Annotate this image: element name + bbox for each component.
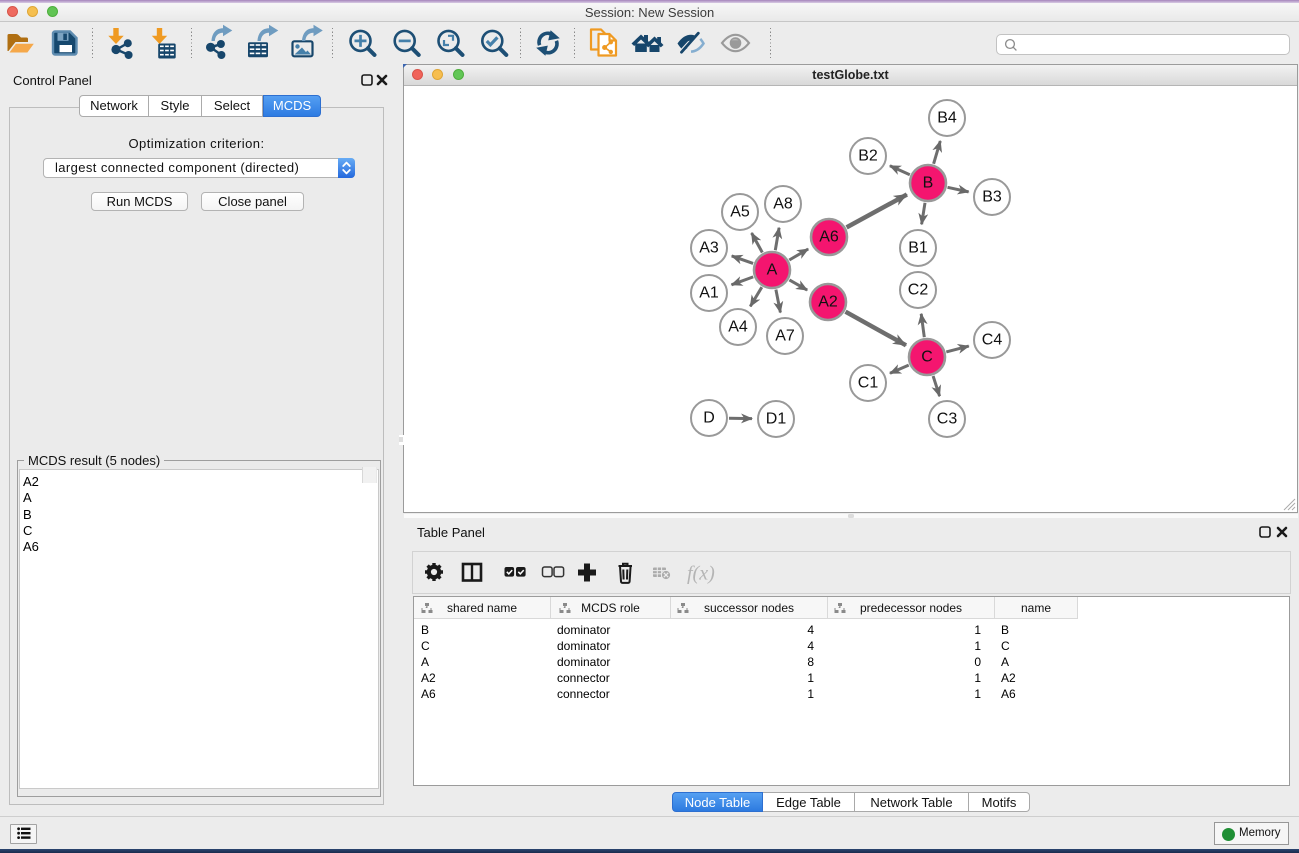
svg-text:A2: A2 (818, 294, 838, 311)
svg-text:D: D (703, 410, 715, 427)
svg-text:A5: A5 (730, 204, 750, 221)
svg-text:C4: C4 (982, 332, 1003, 349)
svg-text:B3: B3 (982, 189, 1002, 206)
svg-text:A4: A4 (728, 319, 748, 336)
svg-text:B: B (923, 175, 934, 192)
svg-text:A1: A1 (699, 285, 719, 302)
svg-text:C: C (921, 349, 933, 366)
svg-text:A6: A6 (819, 229, 839, 246)
svg-text:A: A (767, 262, 778, 279)
svg-text:C2: C2 (908, 282, 929, 299)
svg-text:D1: D1 (766, 411, 787, 428)
svg-text:A8: A8 (773, 196, 793, 213)
svg-text:B1: B1 (908, 240, 928, 257)
svg-text:A7: A7 (775, 328, 795, 345)
svg-text:A3: A3 (699, 240, 719, 257)
svg-text:C1: C1 (858, 375, 879, 392)
svg-text:B2: B2 (858, 148, 878, 165)
svg-text:C3: C3 (937, 411, 958, 428)
svg-text:B4: B4 (937, 110, 957, 127)
svg-text:f(x): f(x) (687, 563, 715, 585)
